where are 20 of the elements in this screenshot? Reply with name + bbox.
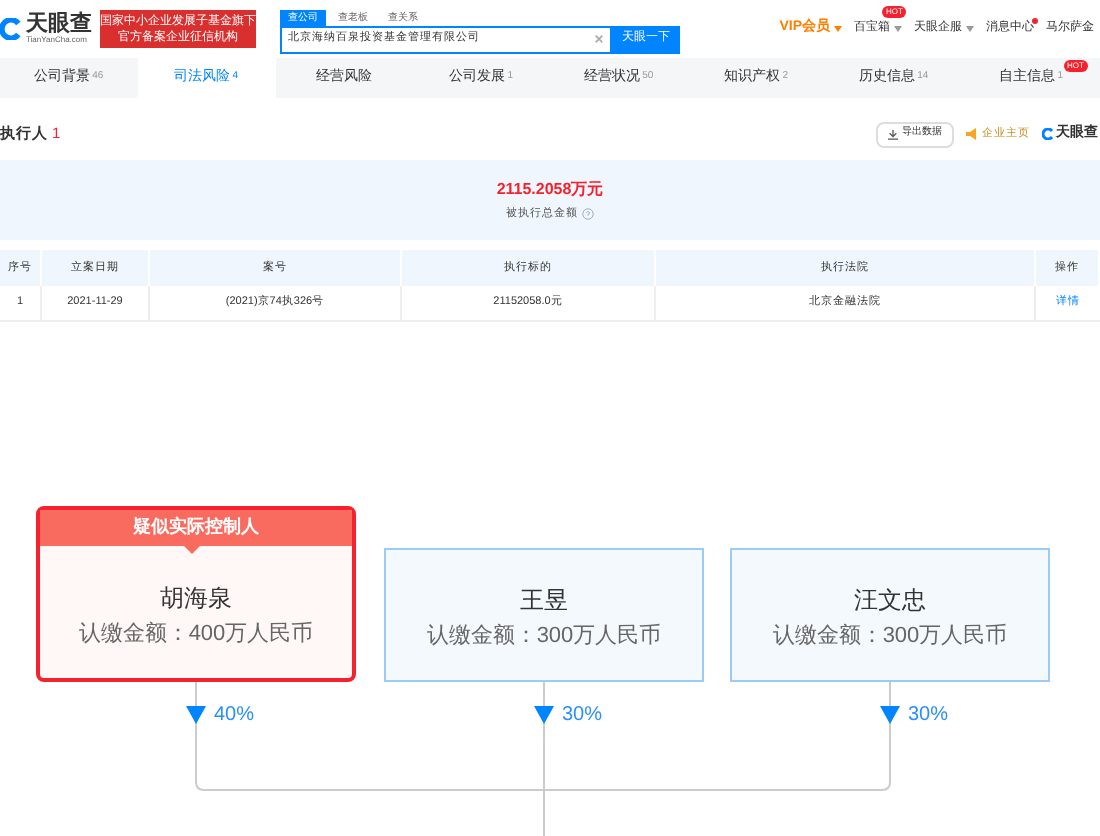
logo-icon (0, 18, 22, 40)
shareholder-name: 汪文忠 (854, 584, 926, 618)
subscribed-amount: 认缴金额：400万人民币 (78, 619, 314, 650)
logo-icon (1042, 128, 1054, 140)
download-icon (888, 129, 898, 139)
shareholder-card[interactable]: 汪文忠 认缴金额：300万人民币 (730, 548, 1050, 682)
clear-icon[interactable] (594, 34, 604, 44)
subscribed-amount: 认缴金额：300万人民币 (772, 621, 1008, 652)
shareholder-card[interactable]: 王昱 认缴金额：300万人民币 (384, 548, 704, 682)
arrow-down-icon (186, 706, 206, 724)
megaphone-icon (966, 128, 978, 140)
help-icon[interactable] (582, 208, 594, 220)
shareholder-name: 胡海泉 (160, 582, 232, 616)
subscribed-amount: 认缴金额：300万人民币 (426, 621, 662, 652)
total-amount: 2115.2058万元 (496, 177, 604, 202)
shareholder-name: 王昱 (520, 584, 568, 618)
arrow-down-icon (880, 706, 900, 724)
arrow-down-icon (534, 706, 554, 724)
shareholder-card[interactable]: 疑似实际控制人 胡海泉 认缴金额：400万人民币 (36, 506, 356, 682)
logo-text: 天眼查 (26, 14, 92, 36)
